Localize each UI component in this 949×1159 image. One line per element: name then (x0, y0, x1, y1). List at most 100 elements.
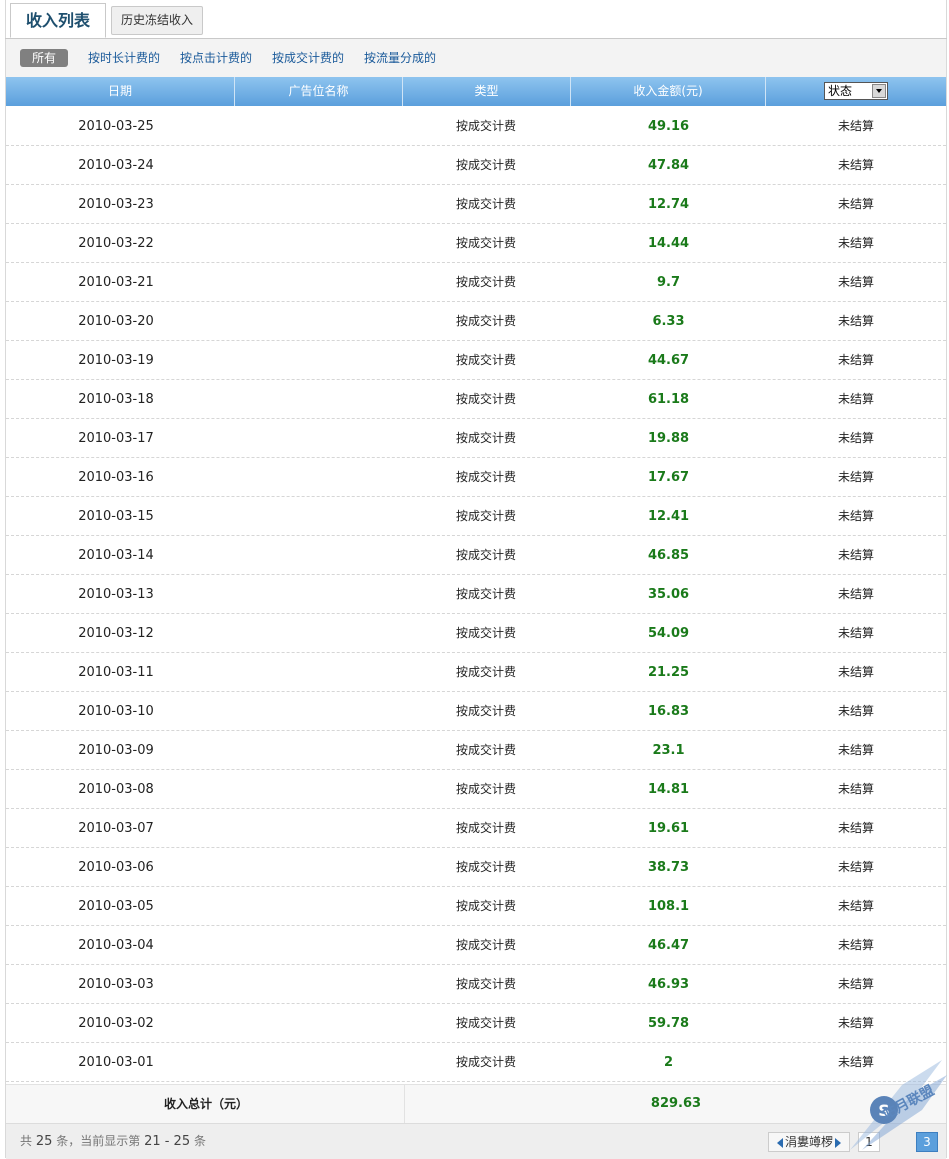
cell-date: 2010-03-25 (78, 119, 154, 134)
cell-status: 未结算 (837, 236, 874, 250)
cell-status: 未结算 (837, 821, 874, 835)
table-row: 2010-03-25 按成交计费 49.16 未结算 (6, 107, 946, 146)
cell-amount: 21.25 (647, 665, 690, 680)
cell-amount: 108.1 (647, 899, 690, 914)
cell-type: 按成交计费 (455, 392, 516, 406)
cell-status: 未结算 (837, 119, 874, 133)
summary-prefix: 共 (20, 1134, 33, 1148)
column-header-date: 日期 (107, 84, 132, 98)
cell-amount: 59.78 (647, 1016, 690, 1031)
chevron-down-icon[interactable] (872, 84, 886, 98)
cell-type: 按成交计费 (455, 353, 516, 367)
tab-bar: 收入列表 历史冻结收入 (5, 0, 947, 39)
table-row: 2010-03-15 按成交计费 12.41 未结算 (6, 497, 946, 536)
cell-date: 2010-03-04 (78, 938, 154, 953)
cell-status: 未结算 (837, 314, 874, 328)
summary-range: 21 - 25 (144, 1134, 191, 1149)
cell-date: 2010-03-05 (78, 899, 154, 914)
status-select[interactable]: 状态 (824, 82, 888, 100)
cell-amount: 6.33 (652, 314, 685, 329)
table-row: 2010-03-14 按成交计费 46.85 未结算 (6, 536, 946, 575)
previous-page-label: 涓婁竴椤 (784, 1135, 833, 1149)
cell-amount: 61.18 (647, 392, 690, 407)
cell-amount: 17.67 (647, 470, 690, 485)
table-row: 2010-03-01 按成交计费 2 未结算 (6, 1043, 946, 1082)
cell-amount: 38.73 (647, 860, 690, 875)
filter-by-deal-link[interactable]: 按成交计费的 (272, 49, 344, 67)
total-label: 收入总计（元） (163, 1097, 248, 1111)
filter-by-click-link[interactable]: 按点击计费的 (180, 49, 252, 67)
cell-date: 2010-03-16 (78, 470, 154, 485)
tab-frozen-income[interactable]: 历史冻结收入 (111, 6, 203, 35)
cell-status: 未结算 (837, 587, 874, 601)
cell-date: 2010-03-21 (78, 275, 154, 290)
total-row: 收入总计（元） 829.63 (6, 1084, 946, 1123)
cell-amount: 9.7 (656, 275, 681, 290)
cell-amount: 2 (663, 1055, 674, 1070)
table-row: 2010-03-08 按成交计费 14.81 未结算 (6, 770, 946, 809)
cell-amount: 16.83 (647, 704, 690, 719)
cell-status: 未结算 (837, 743, 874, 757)
cell-amount: 49.16 (647, 119, 690, 134)
filter-by-time-link[interactable]: 按时长计费的 (88, 49, 160, 67)
cell-status: 未结算 (837, 782, 874, 796)
cell-amount: 46.85 (647, 548, 690, 563)
cell-status: 未结算 (837, 1016, 874, 1030)
cell-amount: 44.67 (647, 353, 690, 368)
cell-type: 按成交计费 (455, 587, 516, 601)
cell-date: 2010-03-23 (78, 197, 154, 212)
cell-date: 2010-03-14 (78, 548, 154, 563)
cell-type: 按成交计费 (455, 470, 516, 484)
cell-type: 按成交计费 (455, 782, 516, 796)
table-row: 2010-03-22 按成交计费 14.44 未结算 (6, 224, 946, 263)
cell-status: 未结算 (837, 977, 874, 991)
cell-date: 2010-03-22 (78, 236, 154, 251)
cell-type: 按成交计费 (455, 938, 516, 952)
cell-type: 按成交计费 (455, 704, 516, 718)
column-divider (404, 1085, 405, 1123)
cell-date: 2010-03-01 (78, 1055, 154, 1070)
cell-status: 未结算 (837, 860, 874, 874)
filter-by-traffic-link[interactable]: 按流量分成的 (364, 49, 436, 67)
cell-type: 按成交计费 (455, 119, 516, 133)
previous-page-button[interactable]: 涓婁竴椤 (768, 1132, 850, 1152)
cell-date: 2010-03-06 (78, 860, 154, 875)
arrow-right-icon (835, 1137, 841, 1148)
table-row: 2010-03-13 按成交计费 35.06 未结算 (6, 575, 946, 614)
cell-amount: 12.74 (647, 197, 690, 212)
cell-type: 按成交计费 (455, 431, 516, 445)
table-row: 2010-03-21 按成交计费 9.7 未结算 (6, 263, 946, 302)
table-row: 2010-03-11 按成交计费 21.25 未结算 (6, 653, 946, 692)
cell-date: 2010-03-24 (78, 158, 154, 173)
table-row: 2010-03-03 按成交计费 46.93 未结算 (6, 965, 946, 1004)
cell-date: 2010-03-08 (78, 782, 154, 797)
cell-status: 未结算 (837, 899, 874, 913)
cell-status: 未结算 (837, 197, 874, 211)
cell-status: 未结算 (837, 275, 874, 289)
cell-type: 按成交计费 (455, 1055, 516, 1069)
record-summary: 共 25 条，当前显示第 21 - 25 条 (20, 1124, 206, 1159)
table-row: 2010-03-07 按成交计费 19.61 未结算 (6, 809, 946, 848)
cell-date: 2010-03-12 (78, 626, 154, 641)
summary-suffix: 条 (193, 1134, 206, 1148)
pagination-bar: 共 25 条，当前显示第 21 - 25 条 涓婁竴椤 1 3 (6, 1123, 946, 1159)
cell-type: 按成交计费 (455, 314, 516, 328)
cell-date: 2010-03-09 (78, 743, 154, 758)
cell-date: 2010-03-19 (78, 353, 154, 368)
table-body: 2010-03-25 按成交计费 49.16 未结算 2010-03-24 按成交计费 47… (6, 107, 946, 1082)
cell-date: 2010-03-03 (78, 977, 154, 992)
filter-all-button[interactable]: 所有 (20, 49, 68, 67)
cell-status: 未结算 (837, 353, 874, 367)
table-row: 2010-03-24 按成交计费 47.84 未结算 (6, 146, 946, 185)
cell-type: 按成交计费 (455, 899, 516, 913)
column-header-type: 类型 (474, 84, 499, 98)
cell-status: 未结算 (837, 431, 874, 445)
table-row: 2010-03-05 按成交计费 108.1 未结算 (6, 887, 946, 926)
cell-type: 按成交计费 (455, 275, 516, 289)
summary-middle: 条，当前显示第 (56, 1134, 141, 1148)
column-header-ad-name: 广告位名称 (288, 84, 349, 98)
tab-income-list[interactable]: 收入列表 (10, 3, 106, 38)
cell-type: 按成交计费 (455, 548, 516, 562)
table-row: 2010-03-10 按成交计费 16.83 未结算 (6, 692, 946, 731)
cell-date: 2010-03-18 (78, 392, 154, 407)
